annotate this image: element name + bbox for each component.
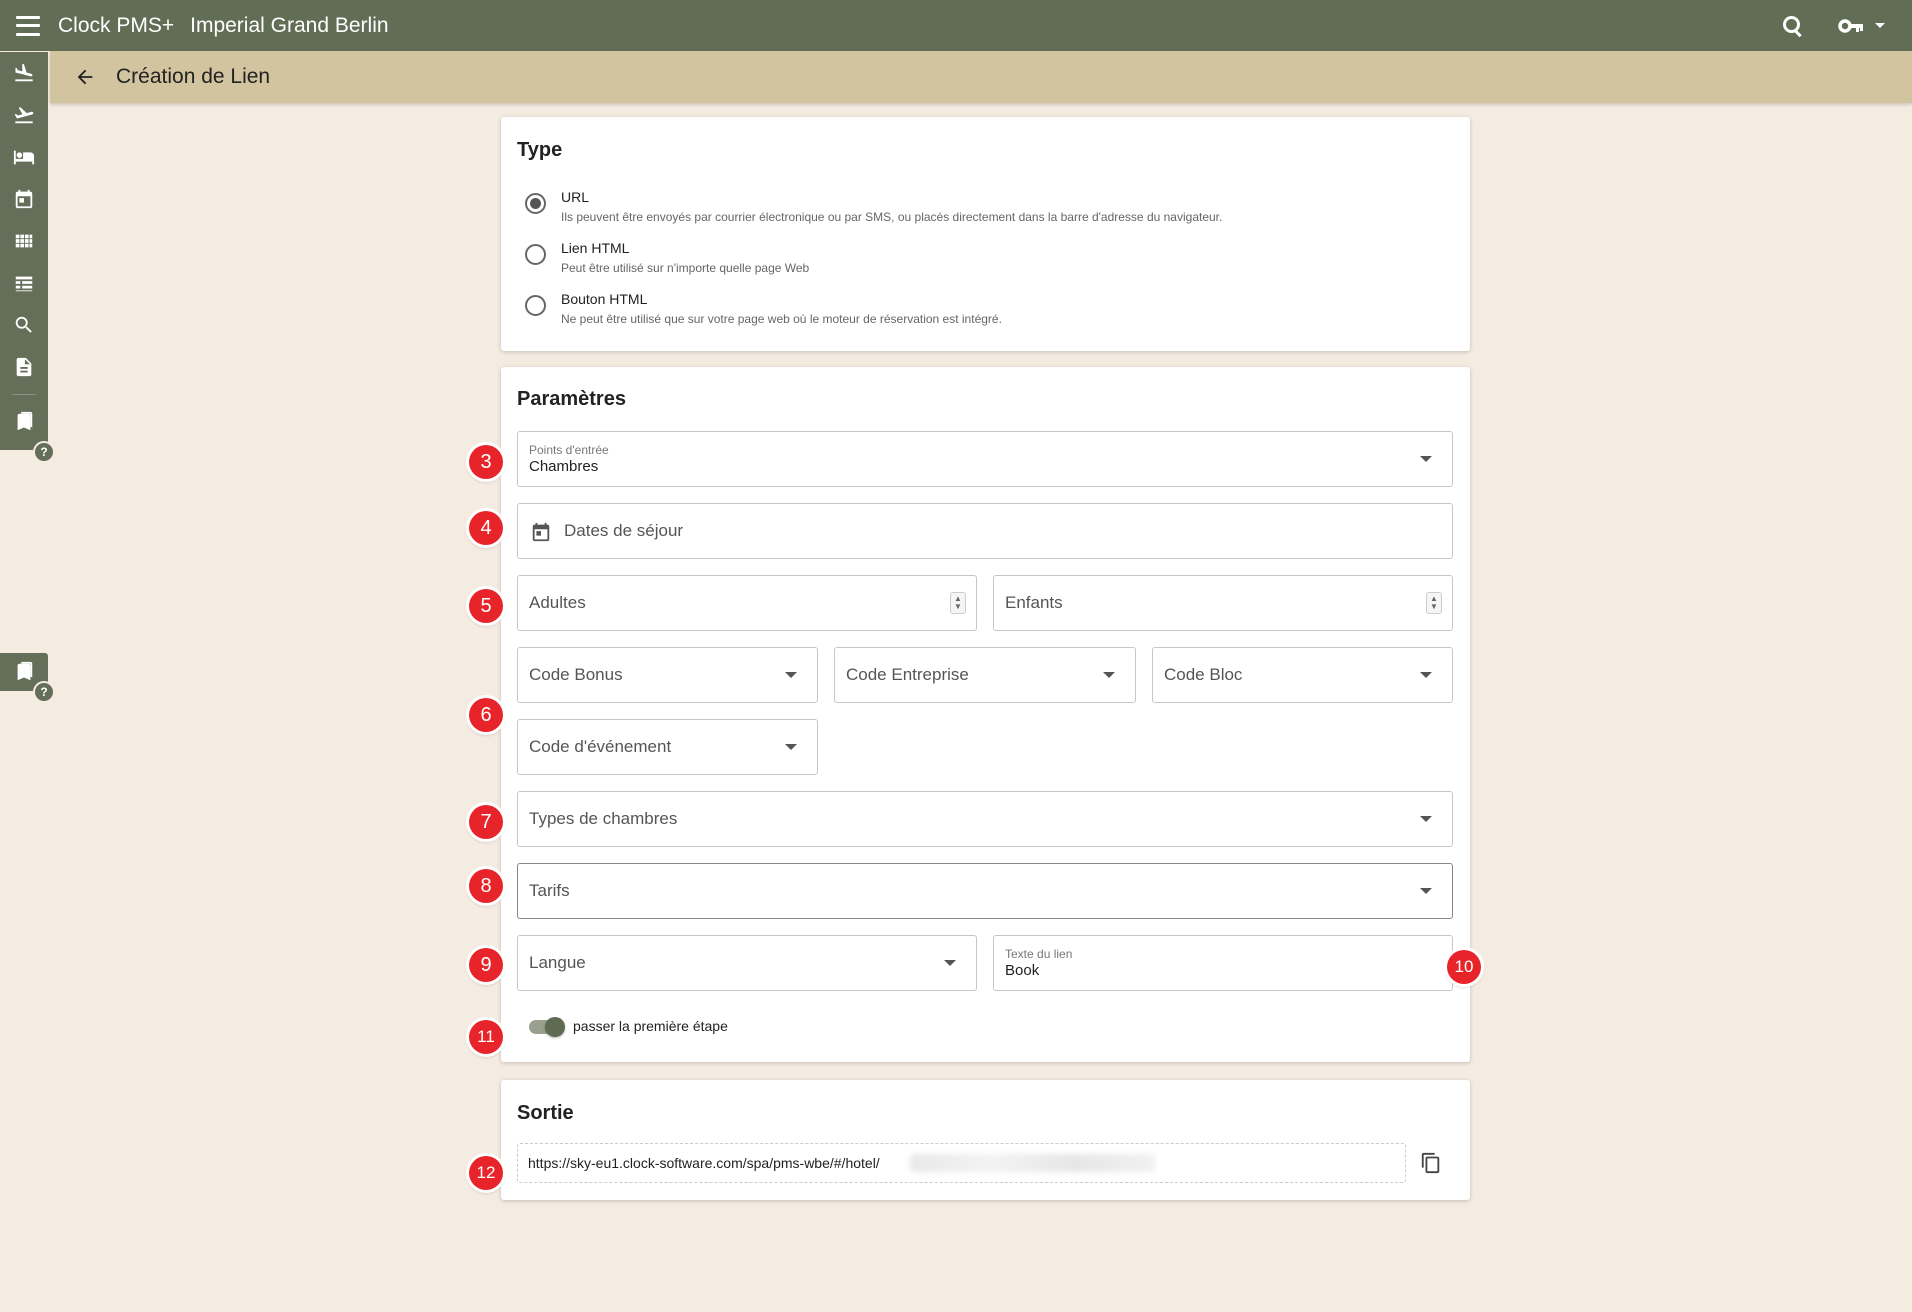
children-stepper[interactable]: ▲ ▼: [1426, 592, 1442, 614]
bed-icon[interactable]: [0, 136, 48, 178]
arrival-icon[interactable]: [0, 52, 48, 94]
link-text-label: Texte du lien: [1005, 947, 1073, 961]
adults-stepper[interactable]: ▲ ▼: [950, 592, 966, 614]
key-icon: [1838, 18, 1863, 33]
search-icon[interactable]: [0, 304, 48, 346]
link-text-input[interactable]: Texte du lien Book: [993, 935, 1453, 991]
block-code-select[interactable]: Code Bloc: [1152, 647, 1453, 703]
skip-first-step-toggle[interactable]: [529, 1017, 565, 1037]
app-name: Clock PMS+: [58, 13, 175, 37]
dropdown-arrow-icon: [1420, 456, 1432, 462]
dropdown-arrow-icon: [944, 960, 956, 966]
dropdown-arrow-icon: [1420, 672, 1432, 678]
children-input[interactable]: Enfants ▲ ▼: [993, 575, 1453, 631]
adults-placeholder: Adultes: [529, 593, 586, 612]
output-url-field[interactable]: https://sky-eu1.clock-software.com/spa/p…: [517, 1143, 1406, 1183]
link-text-value: Book: [1005, 962, 1040, 979]
event-code-placeholder: Code d'événement: [529, 737, 672, 756]
annotation-badge: 4: [469, 511, 503, 545]
type-card: Type URL Ils peuvent être envoyés par co…: [501, 117, 1470, 351]
company-code-placeholder: Code Entreprise: [846, 665, 969, 684]
annotation-badge: 12: [469, 1156, 503, 1190]
annotation-badge: 7: [469, 805, 503, 839]
radio-option-html-button[interactable]: Bouton HTML Ne peut être utilisé que sur…: [525, 291, 1002, 326]
block-code-placeholder: Code Bloc: [1164, 665, 1243, 684]
room-types-select[interactable]: Types de chambres: [517, 791, 1453, 847]
radio-label: Bouton HTML: [561, 291, 648, 307]
event-code-select[interactable]: Code d'événement: [517, 719, 818, 775]
output-url: https://sky-eu1.clock-software.com/spa/p…: [528, 1155, 880, 1171]
dropdown-arrow-icon: [785, 672, 797, 678]
radio-html-link[interactable]: [525, 244, 546, 265]
dropdown-arrow-icon: [785, 744, 797, 750]
stay-dates-placeholder: Dates de séjour: [564, 521, 684, 540]
children-placeholder: Enfants: [1005, 593, 1063, 612]
radio-description: Peut être utilisé sur n'importe quelle p…: [561, 261, 810, 275]
radio-description: Ils peuvent être envoyés par courrier él…: [561, 210, 1223, 224]
page-title: Création de Lien: [116, 65, 271, 88]
back-arrow-icon[interactable]: [74, 66, 96, 88]
radio-option-html-link[interactable]: Lien HTML Peut être utilisé sur n'import…: [525, 240, 809, 275]
document-icon[interactable]: [0, 346, 48, 388]
radio-label: Lien HTML: [561, 240, 630, 256]
entry-points-value: Chambres: [529, 458, 599, 475]
rates-placeholder: Tarifs: [529, 881, 570, 900]
room-types-placeholder: Types de chambres: [529, 809, 678, 828]
language-placeholder: Langue: [529, 953, 586, 972]
menu-icon[interactable]: [16, 15, 40, 36]
help-icon[interactable]: ?: [33, 441, 55, 463]
redacted-url-part: [910, 1154, 1155, 1172]
radio-label: URL: [561, 189, 590, 205]
company-code-select[interactable]: Code Entreprise: [834, 647, 1136, 703]
top-app-bar: Clock PMS+ Imperial Grand Berlin: [0, 0, 1912, 51]
bonus-code-placeholder: Code Bonus: [529, 665, 623, 684]
radio-html-button[interactable]: [525, 295, 546, 316]
entry-points-label: Points d'entrée: [529, 443, 609, 457]
copy-icon[interactable]: [1420, 1151, 1442, 1175]
parameters-card: Paramètres Points d'entrée Chambres Date…: [501, 367, 1470, 1062]
dropdown-arrow-icon: [1420, 888, 1432, 894]
grid-icon[interactable]: [0, 220, 48, 262]
annotation-badge: 5: [469, 589, 503, 623]
skip-first-step-label: passer la première étape: [573, 1018, 728, 1034]
bookmark-icon[interactable]: [0, 401, 48, 443]
output-title: Sortie: [517, 1102, 574, 1124]
output-card: Sortie https://sky-eu1.clock-software.co…: [501, 1080, 1470, 1200]
type-title: Type: [517, 139, 563, 161]
side-navigation: [0, 52, 48, 450]
table-icon[interactable]: [0, 262, 48, 304]
language-select[interactable]: Langue: [517, 935, 977, 991]
account-menu-button[interactable]: [1838, 18, 1886, 34]
search-icon[interactable]: [1782, 15, 1804, 37]
calendar-icon[interactable]: [0, 178, 48, 220]
annotation-badge: 3: [469, 445, 503, 479]
bonus-code-select[interactable]: Code Bonus: [517, 647, 818, 703]
annotation-badge: 10: [1447, 950, 1481, 984]
entry-points-select[interactable]: Points d'entrée Chambres: [517, 431, 1453, 487]
departure-icon[interactable]: [0, 94, 48, 136]
stay-dates-field[interactable]: Dates de séjour: [517, 503, 1453, 559]
annotation-badge: 9: [469, 948, 503, 982]
annotation-badge: 6: [469, 698, 503, 732]
calendar-icon: [532, 522, 550, 542]
rail-divider: [12, 394, 36, 395]
dropdown-arrow-icon: [1875, 22, 1885, 28]
radio-url[interactable]: [525, 193, 546, 214]
annotation-badge: 8: [469, 869, 503, 903]
radio-description: Ne peut être utilisé que sur votre page …: [561, 312, 1002, 326]
parameters-title: Paramètres: [517, 388, 626, 410]
adults-input[interactable]: Adultes ▲ ▼: [517, 575, 977, 631]
annotation-badge: 11: [469, 1020, 503, 1054]
radio-option-url[interactable]: URL Ils peuvent être envoyés par courrie…: [525, 189, 1222, 224]
hotel-name: Imperial Grand Berlin: [190, 13, 389, 37]
rates-select[interactable]: Tarifs: [517, 863, 1453, 919]
dropdown-arrow-icon: [1103, 672, 1115, 678]
page-header: Création de Lien: [50, 51, 1912, 103]
dropdown-arrow-icon: [1420, 816, 1432, 822]
help-icon[interactable]: ?: [33, 681, 55, 703]
